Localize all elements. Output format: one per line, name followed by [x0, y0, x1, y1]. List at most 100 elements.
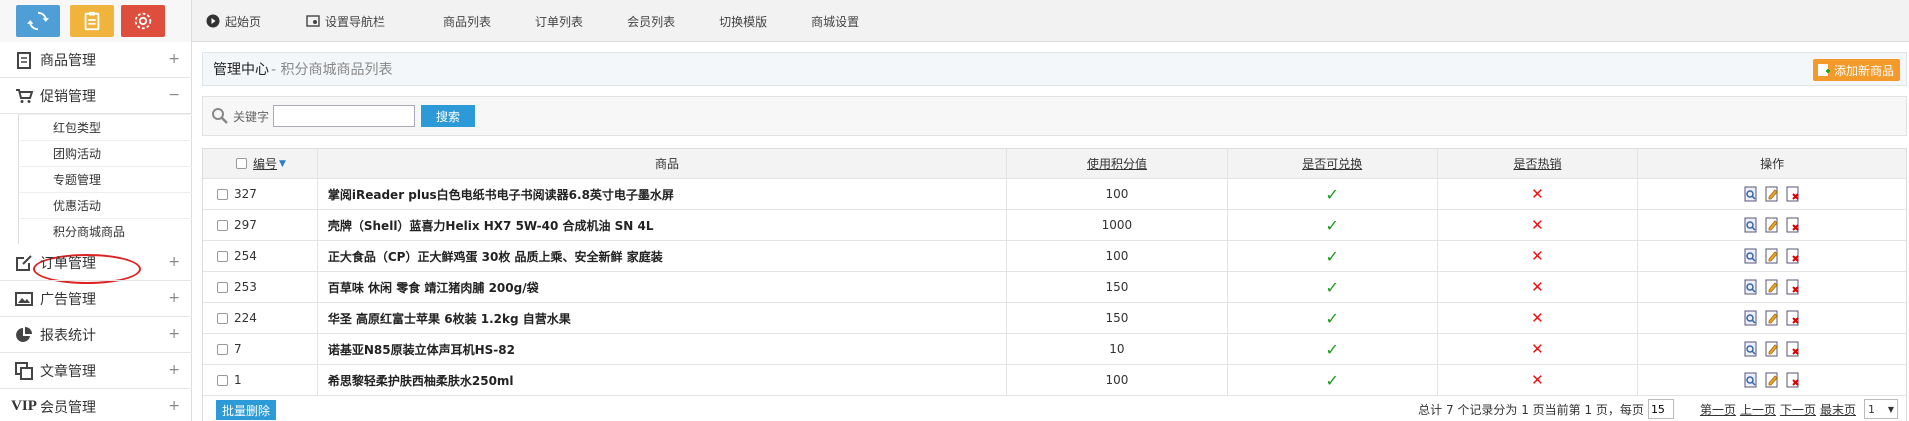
quick-buttons	[0, 0, 192, 42]
sort-id-link[interactable]: 编号	[253, 155, 277, 172]
view-icon[interactable]	[1743, 186, 1759, 202]
settings-nav-icon	[305, 13, 321, 29]
notes-button[interactable]	[70, 5, 114, 37]
sort-points-link[interactable]: 使用积分值	[1087, 155, 1147, 172]
expand-toggle[interactable]: +	[168, 51, 180, 67]
exchange-toggle[interactable]: ✓	[1325, 216, 1338, 235]
expand-toggle[interactable]: +	[168, 398, 180, 414]
delete-icon[interactable]	[1785, 186, 1801, 202]
view-icon[interactable]	[1743, 341, 1759, 357]
add-goods-button[interactable]: 添加新商品	[1812, 59, 1900, 81]
pagination: 总计 7 个记录分为 1 页当前第 1 页，每页 第一页 上一页 下一页 最末页…	[1418, 399, 1898, 419]
exchange-toggle[interactable]: ✓	[1325, 185, 1338, 204]
nav-goods-list[interactable]: 商品列表	[443, 13, 491, 30]
sidebar-subitem-favourable[interactable]: 优惠活动	[18, 192, 192, 218]
expand-toggle[interactable]: +	[168, 290, 180, 306]
collapse-toggle[interactable]: −	[168, 87, 180, 103]
sort-exchange-link[interactable]: 是否可兑换	[1302, 155, 1362, 172]
per-page-input[interactable]	[1647, 399, 1674, 419]
sidebar-item-articles[interactable]: 文章管理 +	[0, 353, 192, 389]
cell-points: 150	[1007, 303, 1228, 333]
sidebar-item-promotion[interactable]: 促销管理 −	[0, 78, 192, 114]
sidebar-subitem-points-mall[interactable]: 积分商城商品	[18, 218, 192, 244]
vip-icon: VIP	[11, 398, 37, 414]
exchange-toggle[interactable]: ✓	[1325, 371, 1338, 390]
expand-toggle[interactable]: +	[168, 362, 180, 378]
delete-icon[interactable]	[1785, 310, 1801, 326]
cell-name: 华圣 高原红富士苹果 6枚装 1.2kg 自营水果	[318, 303, 1008, 333]
page-select[interactable]: 1 ▼	[1864, 399, 1898, 419]
batch-delete-button[interactable]: 批量删除	[216, 400, 277, 420]
hot-toggle[interactable]: ✕	[1531, 340, 1544, 358]
sidebar-item-members[interactable]: VIP 会员管理 +	[0, 389, 192, 421]
delete-icon[interactable]	[1785, 217, 1801, 233]
refresh-button[interactable]	[16, 5, 60, 37]
goods-id: 224	[234, 311, 257, 325]
exchange-toggle[interactable]: ✓	[1325, 247, 1338, 266]
row-checkbox[interactable]	[217, 281, 228, 293]
edit-icon[interactable]	[1764, 248, 1780, 264]
prev-page-link[interactable]: 上一页	[1740, 401, 1776, 418]
row-checkbox[interactable]	[217, 188, 228, 200]
nav-start-page[interactable]: 起始页	[205, 13, 261, 30]
sidebar-subitem-group-buy[interactable]: 团购活动	[18, 140, 192, 166]
add-doc-icon	[1817, 64, 1830, 76]
view-icon[interactable]	[1743, 310, 1759, 326]
row-checkbox[interactable]	[217, 219, 228, 231]
edit-icon[interactable]	[1764, 341, 1780, 357]
sidebar-item-ads[interactable]: 广告管理 +	[0, 281, 192, 317]
hot-toggle[interactable]: ✕	[1531, 309, 1544, 327]
edit-icon[interactable]	[1764, 279, 1780, 295]
delete-icon[interactable]	[1785, 279, 1801, 295]
sort-hot-link[interactable]: 是否热销	[1513, 155, 1561, 172]
hot-toggle[interactable]: ✕	[1531, 278, 1544, 296]
cell-exchange: ✓	[1228, 365, 1438, 395]
expand-toggle[interactable]: +	[168, 326, 180, 342]
last-page-link[interactable]: 最末页	[1820, 401, 1856, 418]
sidebar-item-orders[interactable]: 订单管理 +	[0, 245, 192, 281]
edit-icon[interactable]	[1764, 372, 1780, 388]
edit-icon[interactable]	[1764, 310, 1780, 326]
view-icon[interactable]	[1743, 248, 1759, 264]
nav-order-list[interactable]: 订单列表	[535, 13, 583, 30]
view-icon[interactable]	[1743, 279, 1759, 295]
first-page-link[interactable]: 第一页	[1700, 401, 1736, 418]
edit-icon[interactable]	[1764, 217, 1780, 233]
sidebar-subitem-topic[interactable]: 专题管理	[18, 166, 192, 192]
settings-button[interactable]	[121, 5, 165, 37]
subitem-label: 专题管理	[53, 173, 102, 187]
nav-set-navbar[interactable]: 设置导航栏	[305, 13, 385, 30]
search-button[interactable]: 搜索	[421, 105, 476, 127]
row-checkbox[interactable]	[217, 374, 228, 386]
goods-name: 诺基亚N85原装立体声耳机HS-82	[327, 342, 515, 357]
row-checkbox[interactable]	[217, 250, 228, 262]
hot-toggle[interactable]: ✕	[1531, 371, 1544, 389]
nav-switch-template[interactable]: 切换模版	[719, 13, 767, 30]
view-icon[interactable]	[1743, 372, 1759, 388]
goods-name: 希思黎轻柔护肤西柚柔肤水250ml	[327, 373, 514, 388]
row-checkbox[interactable]	[217, 343, 228, 355]
exchange-toggle[interactable]: ✓	[1325, 309, 1338, 328]
next-page-link[interactable]: 下一页	[1780, 401, 1816, 418]
exchange-toggle[interactable]: ✓	[1325, 278, 1338, 297]
nav-shop-settings[interactable]: 商城设置	[811, 13, 859, 30]
exchange-toggle[interactable]: ✓	[1325, 340, 1338, 359]
edit-icon[interactable]	[1764, 186, 1780, 202]
sidebar-subitem-bonus-type[interactable]: 红包类型	[18, 114, 192, 140]
hot-toggle[interactable]: ✕	[1531, 247, 1544, 265]
view-icon[interactable]	[1743, 217, 1759, 233]
sidebar-item-goods[interactable]: 商品管理 +	[0, 42, 192, 78]
sidebar-item-reports[interactable]: 报表统计 +	[0, 317, 192, 353]
delete-icon[interactable]	[1785, 248, 1801, 264]
menu-label: 会员管理	[40, 399, 96, 416]
cell-id: 7	[203, 334, 318, 364]
delete-icon[interactable]	[1785, 341, 1801, 357]
hot-toggle[interactable]: ✕	[1531, 185, 1544, 203]
delete-icon[interactable]	[1785, 372, 1801, 388]
expand-toggle[interactable]: +	[168, 254, 180, 270]
nav-member-list[interactable]: 会员列表	[627, 13, 675, 30]
hot-toggle[interactable]: ✕	[1531, 216, 1544, 234]
row-checkbox[interactable]	[217, 312, 228, 324]
select-all-checkbox[interactable]	[236, 158, 247, 169]
keyword-input[interactable]	[273, 105, 416, 127]
